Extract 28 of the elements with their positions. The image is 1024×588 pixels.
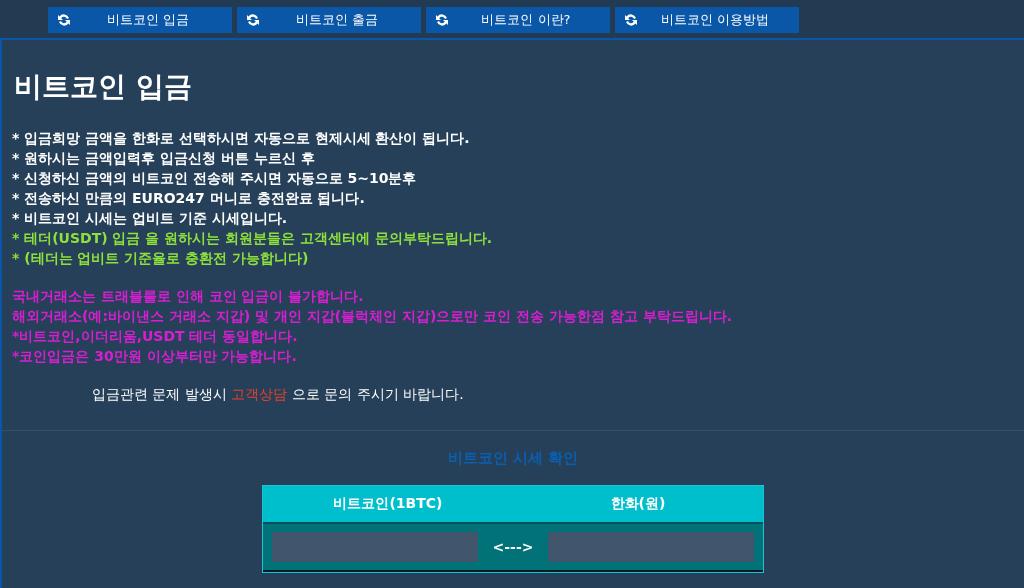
refresh-icon	[56, 12, 72, 28]
contact-text: 으로 문의 주시기 바랍니다.	[291, 386, 464, 402]
notice-line: * 신청하신 금액의 비트코인 전송해 주시면 자동으로 5~10분후	[12, 169, 418, 188]
nav-tab[interactable]: 비트코인 입금	[48, 7, 232, 33]
column-header: 비트코인(1BTC)	[332, 495, 444, 513]
refresh-icon	[245, 12, 261, 28]
refresh-icon	[434, 12, 450, 28]
warning-line: 국내거래소는 트래블룰로 인해 코인 입금이 불가합니다.	[12, 287, 365, 306]
warning-line: *코인입금은 30만원 이상부터만 가능합니다.	[12, 347, 298, 366]
notice-line: * 입금희망 금액을 한화로 선택하시면 자동으로 현제시세 환산이 됩니다.	[12, 129, 471, 148]
nav-tab[interactable]: 비트코인 출금	[237, 7, 421, 33]
notice-line: * 비트코인 시세는 업비트 기준 시세입니다.	[12, 209, 288, 228]
krw-input[interactable]	[548, 532, 754, 562]
notice-line: * 테더(USDT) 입금 을 원하시는 회원분들은 고객센터에 문의부탁드립니다.	[12, 229, 494, 248]
refresh-icon	[623, 12, 639, 28]
warning-line: *비트코인,이더리움,USDT 테더 동일합니다.	[12, 327, 299, 346]
notice-line: * 전송하신 만큼의 EURO247 머니로 충전완료 됩니다.	[12, 189, 366, 208]
warning-line: 해외거래소(예:바이낸스 거래소 지갑) 및 개인 지갑(블럭체인 지갑)으로만 코인 전송 가능한점 참고 부탁드립니다.	[12, 307, 734, 326]
notice-line: * (테더는 업비트 기준율로 충환전 가능합니다)	[12, 249, 310, 268]
notice-line: * 원하시는 금액입력후 입금신청 버튼 누르신 후	[12, 149, 316, 168]
convert-arrow: <--->	[491, 539, 535, 555]
btc-input[interactable]	[272, 532, 478, 562]
section-title: 비트코인 시세 확인	[446, 449, 580, 468]
column-header: 한화(원)	[609, 495, 667, 513]
page-title: 비트코인 입금	[14, 69, 193, 105]
contact-text: 입금관련 문제 발생시	[92, 386, 227, 402]
nav-tab[interactable]: 비트코인 이란?	[426, 7, 610, 33]
nav-tab[interactable]: 비트코인 이용방법	[615, 7, 799, 33]
